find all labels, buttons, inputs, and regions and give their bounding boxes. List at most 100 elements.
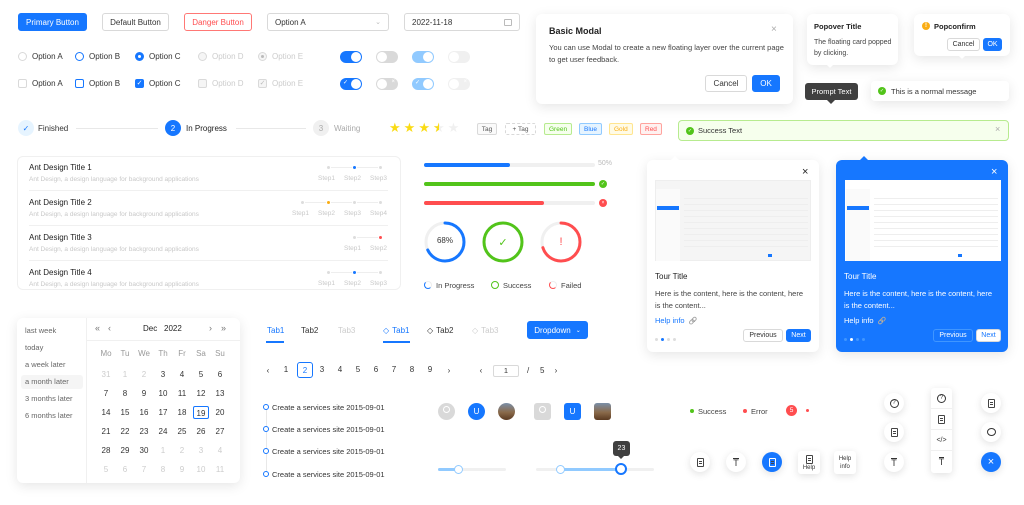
calendar-day[interactable]: 7	[136, 463, 152, 476]
toggle-switch[interactable]: ✓	[340, 78, 362, 90]
float-button-file[interactable]	[690, 452, 710, 472]
calendar-day[interactable]: 24	[155, 425, 171, 438]
calendar-day[interactable]: 30	[136, 444, 152, 457]
double-right-icon[interactable]: »	[221, 323, 226, 333]
calendar-day[interactable]: 27	[212, 425, 228, 438]
page-item[interactable]: 8	[405, 362, 419, 378]
calendar-day[interactable]: 4	[212, 444, 228, 457]
option-select[interactable]: Option A ⌄	[267, 13, 389, 31]
help-info-link[interactable]: Help info 🔗	[655, 316, 697, 325]
close-icon[interactable]: ×	[771, 24, 777, 35]
next-page-icon[interactable]: ›	[442, 366, 456, 375]
preset-last-week[interactable]: last week	[21, 324, 83, 338]
icon-tab-tab2[interactable]: ◇ Tab2	[427, 326, 454, 335]
calendar-day[interactable]: 6	[117, 463, 133, 476]
calendar-day[interactable]: 18	[174, 406, 190, 419]
close-icon[interactable]: ×	[802, 166, 808, 178]
radio-option[interactable]: Option C	[135, 52, 181, 61]
page-item[interactable]: 3	[315, 362, 329, 378]
group-button-file[interactable]	[931, 409, 952, 430]
calendar-day[interactable]: 10	[193, 463, 209, 476]
radio-option[interactable]: Option B	[75, 52, 120, 61]
calendar-day[interactable]: 3	[155, 368, 171, 381]
tour-previous-button[interactable]: Previous	[933, 329, 973, 342]
calendar-day[interactable]: 1	[117, 368, 133, 381]
calendar-day[interactable]: 7	[98, 387, 114, 400]
calendar-day[interactable]: 9	[174, 463, 190, 476]
group-button-code[interactable]: </>	[931, 430, 952, 451]
tab-tab2[interactable]: Tab2	[301, 326, 318, 335]
tag-red[interactable]: Red	[640, 123, 662, 135]
tag-green[interactable]: Green	[544, 123, 573, 135]
add-tag-button[interactable]: + Tag	[505, 123, 536, 135]
primary-button[interactable]: Primary Button	[18, 13, 87, 31]
calendar-year[interactable]: 2022	[164, 324, 182, 333]
float-button-help-square[interactable]: Help	[798, 451, 820, 474]
float-button-question[interactable]: ?	[884, 393, 904, 413]
page-item[interactable]: 2	[297, 362, 313, 378]
tour-previous-button[interactable]: Previous	[743, 329, 783, 342]
float-button-help-info[interactable]: Help info	[834, 451, 856, 474]
toggle-switch[interactable]: ×	[376, 78, 398, 90]
default-button[interactable]: Default Button	[102, 13, 169, 31]
prev-page-icon[interactable]: ‹	[261, 366, 275, 375]
modal-cancel-button[interactable]: Cancel	[705, 75, 747, 92]
calendar-day[interactable]: 11	[212, 463, 228, 476]
tag-basic[interactable]: Tag	[477, 123, 497, 135]
star-icon[interactable]: ★	[389, 120, 401, 136]
tag-blue[interactable]: Blue	[579, 123, 603, 135]
range-slider-handle-start[interactable]	[555, 465, 565, 474]
calendar-day[interactable]: 8	[155, 463, 171, 476]
page-item[interactable]: 6	[369, 362, 383, 378]
float-button-close[interactable]: ×	[981, 452, 1001, 472]
close-icon[interactable]: ×	[995, 124, 1000, 134]
tab-tab1[interactable]: Tab1	[267, 326, 284, 335]
calendar-day[interactable]: 28	[98, 444, 114, 457]
tag-gold[interactable]: Gold	[609, 123, 633, 135]
calendar-day[interactable]: 31	[98, 368, 114, 381]
float-button-primary[interactable]	[762, 452, 782, 472]
float-button-back-top[interactable]: T	[726, 452, 746, 472]
checkbox-option[interactable]: Option B	[75, 79, 120, 88]
calendar-day[interactable]: 16	[136, 406, 152, 419]
star-icon[interactable]: ★★	[433, 120, 445, 136]
calendar-day[interactable]: 13	[212, 387, 228, 400]
float-button-back-top[interactable]: T	[884, 452, 904, 472]
calendar-day[interactable]: 4	[174, 368, 190, 381]
simple-page-input[interactable]: 1	[493, 365, 519, 377]
preset-today[interactable]: today	[21, 341, 83, 355]
calendar-day[interactable]: 8	[117, 387, 133, 400]
page-item[interactable]: 7	[387, 362, 401, 378]
calendar-day[interactable]: 2	[136, 368, 152, 381]
calendar-day[interactable]: 17	[155, 406, 171, 419]
calendar-day[interactable]: 23	[136, 425, 152, 438]
calendar-day[interactable]: 10	[155, 387, 171, 400]
checkbox-option[interactable]: ✓ Option C	[135, 79, 181, 88]
page-item[interactable]: 9	[423, 362, 437, 378]
page-item[interactable]: 5	[351, 362, 365, 378]
float-button-file[interactable]	[884, 422, 904, 442]
star-icon[interactable]: ★	[448, 120, 460, 136]
calendar-day[interactable]: 29	[117, 444, 133, 457]
group-button-back-top[interactable]: T	[931, 451, 952, 472]
preset-a-week-later[interactable]: a week later	[21, 358, 83, 372]
toggle-switch[interactable]	[340, 51, 362, 63]
popconfirm-ok-button[interactable]: OK	[983, 38, 1002, 51]
calendar-day[interactable]: 6	[212, 368, 228, 381]
preset-6-months-later[interactable]: 6 months later	[21, 409, 83, 423]
page-item[interactable]: 4	[333, 362, 347, 378]
simple-next-icon[interactable]: ›	[549, 366, 563, 375]
close-icon[interactable]: ×	[991, 166, 997, 178]
calendar-day[interactable]: 25	[174, 425, 190, 438]
calendar-month[interactable]: Dec	[143, 324, 157, 333]
calendar-day[interactable]: 26	[193, 425, 209, 438]
tour-next-button[interactable]: Next	[976, 329, 1001, 342]
calendar-day[interactable]: 5	[98, 463, 114, 476]
right-icon[interactable]: ›	[209, 323, 212, 333]
rate[interactable]: ★★★★★★	[389, 120, 459, 136]
radio-option[interactable]: Option A	[18, 52, 63, 61]
star-icon[interactable]: ★	[418, 120, 430, 136]
icon-tab-tab1[interactable]: ◇ Tab1	[383, 326, 410, 335]
calendar-day[interactable]: 20	[212, 406, 228, 419]
calendar-day[interactable]: 3	[193, 444, 209, 457]
